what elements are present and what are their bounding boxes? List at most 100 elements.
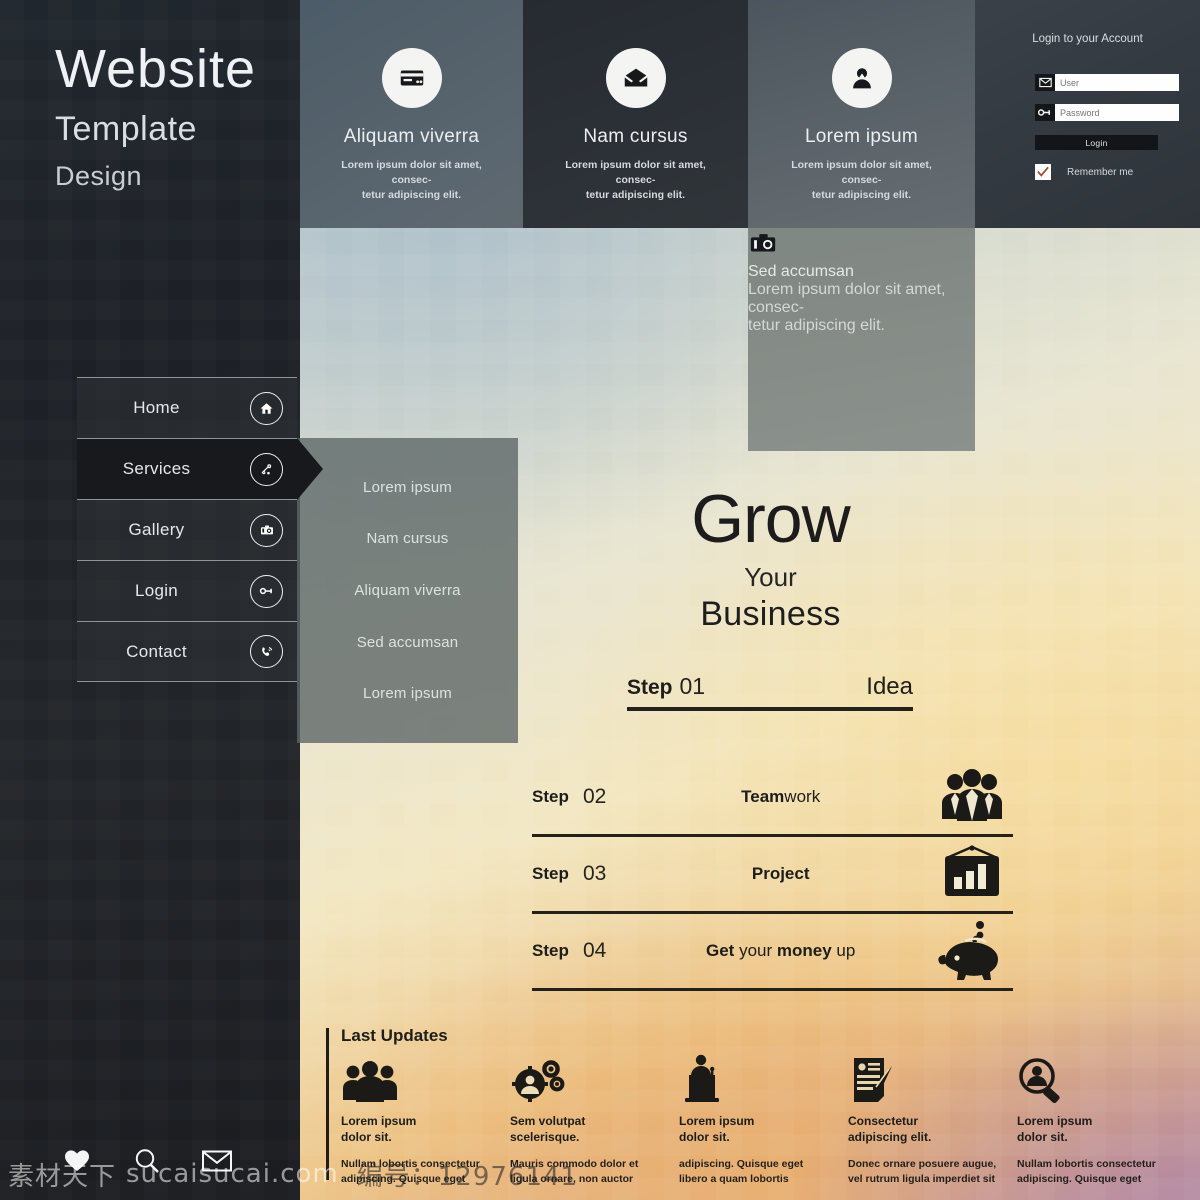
brand-line-1: Website bbox=[55, 39, 257, 99]
card-description: Lorem ipsum dolor sit amet, consec-tetur… bbox=[341, 159, 482, 202]
step-title-bold: Team bbox=[741, 787, 785, 806]
last-updates-heading: Last Updates bbox=[341, 1026, 448, 1045]
update-column[interactable]: Lorem ipsum dolor sit. adipiscing. Quisqu… bbox=[679, 1052, 848, 1186]
camera-icon bbox=[748, 228, 975, 263]
update-title: Lorem ipsum dolor sit. bbox=[1017, 1114, 1093, 1145]
updates-grid: Lorem ipsum dolor sit. Nullam lobortis co… bbox=[341, 1052, 1186, 1186]
username-input[interactable] bbox=[1055, 74, 1179, 91]
password-input[interactable] bbox=[1055, 104, 1179, 121]
team-group-icon bbox=[341, 1052, 500, 1104]
nav-label: Services bbox=[122, 459, 191, 478]
credit-card-icon bbox=[381, 48, 442, 108]
phone-icon bbox=[250, 635, 283, 668]
nav-item-login[interactable]: Login bbox=[77, 560, 297, 621]
nav-item-gallery[interactable]: Gallery bbox=[77, 499, 297, 560]
update-body: Nullam lobortis consectetur adipiscing. Q… bbox=[341, 1158, 480, 1185]
update-title: Lorem ipsum dolor sit. bbox=[679, 1114, 755, 1145]
feature-card-lorem-ipsum[interactable]: Lorem ipsum Lorem ipsum dolor sit amet, … bbox=[748, 0, 975, 228]
card-description: Lorem ipsum dolor sit amet, consec-tetur… bbox=[565, 159, 706, 202]
step-title-light-your: your bbox=[739, 941, 773, 960]
search-icon[interactable] bbox=[132, 1146, 162, 1176]
feature-card-nam-cursus[interactable]: Nam cursus Lorem ipsum dolor sit amet, c… bbox=[523, 0, 748, 228]
step-title-bold-get: Get bbox=[706, 941, 735, 960]
step-label: Step bbox=[532, 787, 569, 806]
remember-me-row[interactable]: Remember me bbox=[1035, 164, 1133, 180]
team-group-icon bbox=[933, 766, 1011, 828]
step-number: 04 bbox=[583, 939, 607, 962]
feature-card-aliquam-viverra[interactable]: Aliquam viverra Lorem ipsum dolor sit am… bbox=[300, 0, 523, 228]
hero-heading: Grow Your Business bbox=[528, 481, 1013, 634]
remember-me-label: Remember me bbox=[1067, 166, 1134, 178]
services-gear-icon bbox=[250, 452, 283, 486]
update-title: Consectetur adipiscing elit. bbox=[848, 1114, 932, 1145]
step-row-04: Step 04 Get your money up bbox=[532, 914, 1013, 991]
submenu-item[interactable]: Aliquam viverra bbox=[297, 582, 518, 599]
login-button[interactable]: Login bbox=[1035, 135, 1158, 150]
camera-icon bbox=[250, 513, 283, 547]
update-column[interactable]: Lorem ipsum dolor sit. Nullam lobortis co… bbox=[341, 1052, 510, 1186]
update-column[interactable]: Sem volutpat scelerisque. Mauris commodo … bbox=[510, 1052, 679, 1186]
update-column[interactable]: Consectetur adipiscing elit. Donec ornare… bbox=[848, 1052, 1017, 1186]
gears-user-icon bbox=[510, 1052, 669, 1104]
step-number: 02 bbox=[583, 785, 607, 808]
brand-logo: Website Template Design bbox=[55, 42, 256, 192]
envelope-icon bbox=[1035, 74, 1055, 91]
remember-me-checkbox[interactable] bbox=[1035, 164, 1051, 180]
password-field-group bbox=[1035, 104, 1179, 121]
step-title-light-up: up bbox=[836, 941, 856, 960]
piggy-bank-icon bbox=[933, 920, 1011, 982]
step-title-bold-money: money bbox=[776, 941, 832, 960]
step-label: Step bbox=[532, 941, 569, 960]
profile-document-edit-icon bbox=[848, 1052, 1007, 1104]
nav-label: Contact bbox=[126, 641, 187, 661]
hero-line-1: Grow bbox=[691, 481, 850, 557]
update-body: Mauris commodo dolor et ligula ornare, no… bbox=[510, 1158, 639, 1185]
update-title: Lorem ipsum dolor sit. bbox=[341, 1114, 417, 1145]
card-title: Sed accumsan bbox=[748, 263, 854, 280]
page-root: Website Template Design Aliquam viverra … bbox=[0, 0, 1200, 1200]
section-accent-bar bbox=[326, 1028, 329, 1180]
update-body: adipiscing. Quisque eget libero a quam lo… bbox=[679, 1158, 804, 1185]
nav-label: Home bbox=[133, 398, 180, 417]
step-title: Idea bbox=[866, 673, 913, 700]
update-body: Donec ornare posuere augue, vel rutrum li… bbox=[848, 1158, 997, 1185]
brand-line-3: Design bbox=[55, 161, 143, 191]
card-description: Lorem ipsum dolor sit amet, consec-tetur… bbox=[748, 281, 946, 334]
card-title: Nam cursus bbox=[583, 126, 688, 147]
card-title: Aliquam viverra bbox=[343, 126, 480, 147]
envelope-icon[interactable] bbox=[202, 1146, 232, 1176]
key-icon bbox=[250, 574, 283, 608]
step-label: Step bbox=[532, 864, 569, 883]
submenu-item[interactable]: Nam cursus bbox=[297, 530, 518, 547]
nav-label: Gallery bbox=[128, 520, 185, 539]
nav-label: Login bbox=[134, 581, 179, 600]
step-label: Step bbox=[627, 676, 673, 699]
user-avatar-icon bbox=[831, 48, 892, 108]
home-icon bbox=[250, 391, 283, 425]
update-title: Sem volutpat scelerisque. bbox=[510, 1114, 586, 1145]
update-column[interactable]: Lorem ipsum dolor sit. Nullam lobortis co… bbox=[1017, 1052, 1186, 1186]
submenu-item[interactable]: Sed accumsan bbox=[297, 634, 518, 651]
hero-line-2: Your bbox=[744, 561, 797, 592]
nav-item-services[interactable]: Services bbox=[77, 438, 323, 500]
step-title-light: work bbox=[784, 787, 821, 806]
feature-card-sed-accumsan[interactable]: Sed accumsan Lorem ipsum dolor sit amet,… bbox=[748, 228, 975, 451]
nav-item-home[interactable]: Home bbox=[77, 377, 297, 438]
main-navigation: Home Services Gallery Login Contact bbox=[77, 377, 323, 682]
submenu-item[interactable]: Lorem ipsum bbox=[297, 685, 518, 702]
card-title: Lorem ipsum bbox=[804, 126, 919, 147]
key-icon bbox=[1035, 104, 1055, 121]
step-row-03: Step 03 Project bbox=[532, 837, 1013, 914]
last-updates-section: Last Updates Lorem ipsum dolor sit. Nulla… bbox=[326, 1026, 1186, 1186]
hero-line-3: Business bbox=[700, 594, 841, 633]
brand-line-2: Template bbox=[55, 110, 197, 148]
login-title: Login to your Account bbox=[1032, 33, 1143, 45]
step-number: 03 bbox=[583, 862, 607, 885]
heart-icon[interactable] bbox=[62, 1146, 92, 1176]
step-01-row: Step 01 Idea bbox=[627, 673, 913, 711]
nav-item-contact[interactable]: Contact bbox=[77, 621, 297, 682]
step-row-02: Step 02 Teamwork bbox=[532, 760, 1013, 837]
open-envelope-icon bbox=[605, 48, 666, 108]
submenu-item[interactable]: Lorem ipsum bbox=[297, 479, 518, 496]
update-body: Nullam lobortis consectetur adipiscing. Q… bbox=[1017, 1158, 1156, 1185]
